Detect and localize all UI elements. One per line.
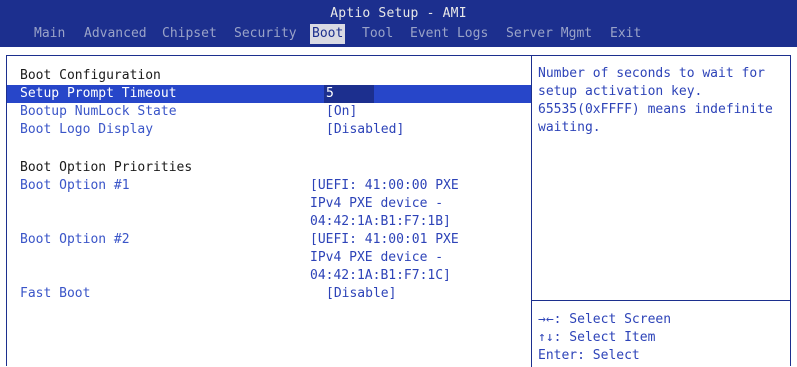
boot-option-1-value-line2[interactable]: IPv4 PXE device - — [310, 195, 443, 213]
boot-option-2-value-line1[interactable]: [UEFI: 41:00:01 PXE — [310, 231, 459, 249]
help-text-line-3: 65535(0xFFFF) means indefinite — [538, 102, 773, 117]
help-text-line-1: Number of seconds to wait for — [538, 66, 765, 81]
help-text-line-2: setup activation key. — [538, 84, 703, 99]
tab-advanced[interactable]: Advanced — [84, 24, 147, 44]
setup-prompt-timeout-label[interactable]: Setup Prompt Timeout — [20, 85, 177, 103]
boot-panel: Boot Configuration Setup Prompt Timeout … — [6, 55, 791, 367]
column-divider — [531, 56, 532, 367]
boot-option-1-value-line1[interactable]: [UEFI: 41:00:00 PXE — [310, 177, 459, 195]
setup-prompt-timeout-input[interactable]: 5 — [324, 85, 374, 103]
key-help-select-screen: →←: Select Screen — [538, 312, 672, 327]
setup-title: Aptio Setup - AMI — [330, 6, 467, 21]
boot-option-1-label[interactable]: Boot Option #1 — [20, 177, 130, 195]
tab-event-logs[interactable]: Event Logs — [410, 24, 488, 44]
tab-boot[interactable]: Boot — [310, 24, 346, 44]
key-help-select-item: ↑↓: Select Item — [538, 330, 656, 345]
tab-main[interactable]: Main — [34, 24, 65, 44]
boot-configuration-heading: Boot Configuration — [20, 68, 161, 83]
bios-header: Aptio Setup - AMI Main Advanced Chipset … — [0, 0, 797, 47]
menu-bar: Main Advanced Chipset Security Boot Tool… — [0, 24, 797, 44]
boot-logo-display-label[interactable]: Boot Logo Display — [20, 121, 153, 139]
boot-option-2-value-line3[interactable]: 04:42:1A:B1:F7:1C] — [310, 267, 451, 285]
help-divider — [532, 300, 790, 301]
tab-exit[interactable]: Exit — [610, 24, 641, 44]
boot-option-2-value-line2[interactable]: IPv4 PXE device - — [310, 249, 443, 267]
bootup-numlock-value[interactable]: [On] — [326, 103, 357, 121]
boot-logo-display-value[interactable]: [Disabled] — [326, 121, 404, 139]
fast-boot-value[interactable]: [Disable] — [326, 285, 396, 303]
tab-chipset[interactable]: Chipset — [162, 24, 217, 44]
fast-boot-label[interactable]: Fast Boot — [20, 285, 90, 303]
boot-option-2-label[interactable]: Boot Option #2 — [20, 231, 130, 249]
key-help-enter: Enter: Select — [538, 348, 640, 363]
tab-tool[interactable]: Tool — [362, 24, 393, 44]
boot-option-priorities-heading: Boot Option Priorities — [20, 160, 193, 175]
bootup-numlock-label[interactable]: Bootup NumLock State — [20, 103, 177, 121]
boot-option-1-value-line3[interactable]: 04:42:1A:B1:F7:1B] — [310, 213, 451, 231]
help-text-line-4: waiting. — [538, 120, 601, 135]
tab-server-mgmt[interactable]: Server Mgmt — [506, 24, 592, 44]
tab-security[interactable]: Security — [234, 24, 297, 44]
